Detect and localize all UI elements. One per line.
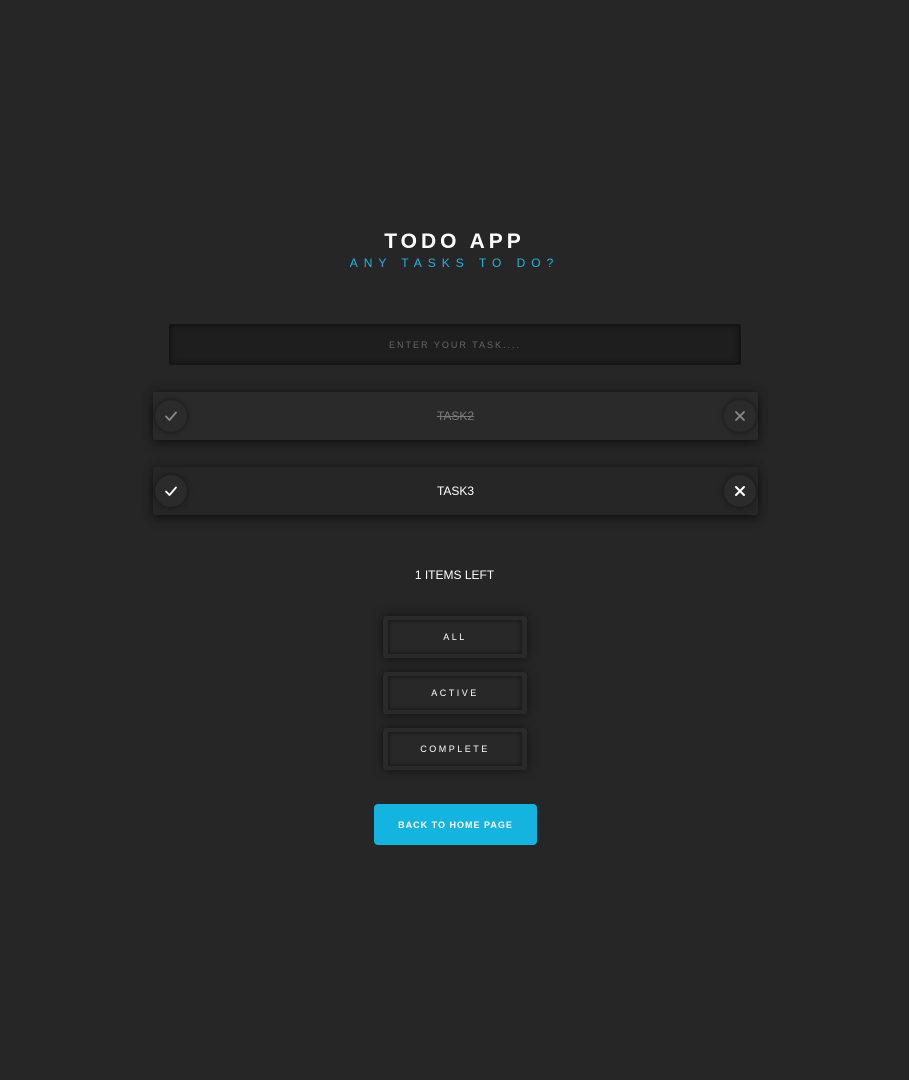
app-subtitle: ANY TASKS TO DO?	[349, 256, 560, 270]
filter-all-button[interactable]: ALL	[383, 616, 527, 658]
complete-toggle-button[interactable]	[155, 400, 187, 432]
filter-all-label: ALL	[388, 620, 522, 654]
delete-todo-button[interactable]	[724, 475, 756, 507]
back-to-home-button[interactable]: BACK TO HOME PAGE	[374, 804, 537, 845]
filter-active-label: ACTIVE	[388, 676, 522, 710]
check-icon	[165, 411, 177, 421]
todo-app-page: TODO APP ANY TASKS TO DO? TASK2 TASK3	[0, 0, 909, 1080]
todo-item: TASK2	[153, 392, 758, 440]
todo-text: TASK2	[436, 409, 475, 423]
app-title: TODO APP	[384, 230, 525, 253]
items-left-count: 1 ITEMS LEFT	[414, 568, 495, 582]
todo-item: TASK3	[153, 467, 758, 515]
complete-toggle-button[interactable]	[155, 475, 187, 507]
check-icon	[165, 486, 177, 496]
close-icon	[735, 411, 745, 421]
task-input[interactable]	[169, 324, 741, 365]
close-icon	[735, 486, 745, 496]
todo-text: TASK3	[436, 484, 475, 498]
filter-complete-label: COMPLETE	[388, 732, 522, 766]
filter-active-button[interactable]: ACTIVE	[383, 672, 527, 714]
filter-complete-button[interactable]: COMPLETE	[383, 728, 527, 770]
delete-todo-button[interactable]	[724, 400, 756, 432]
